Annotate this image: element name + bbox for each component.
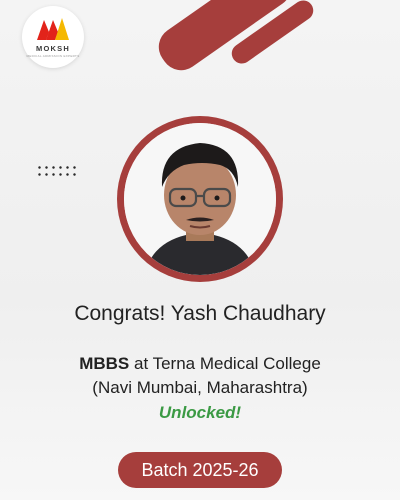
batch-badge: Batch 2025-26 [118, 452, 282, 488]
decorative-dot-grid [36, 164, 80, 178]
course-connector: at [129, 354, 153, 373]
course-name: MBBS [79, 354, 130, 373]
brand-logo: MOKSH MEDICAL ADMISSION EXPERTS [22, 6, 84, 68]
college-name: Terna Medical College [152, 354, 321, 373]
congrats-heading: Congrats! Yash Chaudhary [74, 302, 326, 325]
college-location: (Navi Mumbai, Maharashtra) [92, 378, 308, 397]
logo-wordmark: MOKSH [36, 44, 70, 53]
logo-tagline: MEDICAL ADMISSION EXPERTS [26, 54, 80, 58]
moksh-logo-icon [37, 18, 69, 40]
student-photo [124, 123, 276, 275]
unlocked-status: Unlocked! [158, 403, 242, 422]
student-portrait-icon [124, 123, 276, 275]
course-college-line: MBBS at Terna Medical College [0, 354, 400, 374]
